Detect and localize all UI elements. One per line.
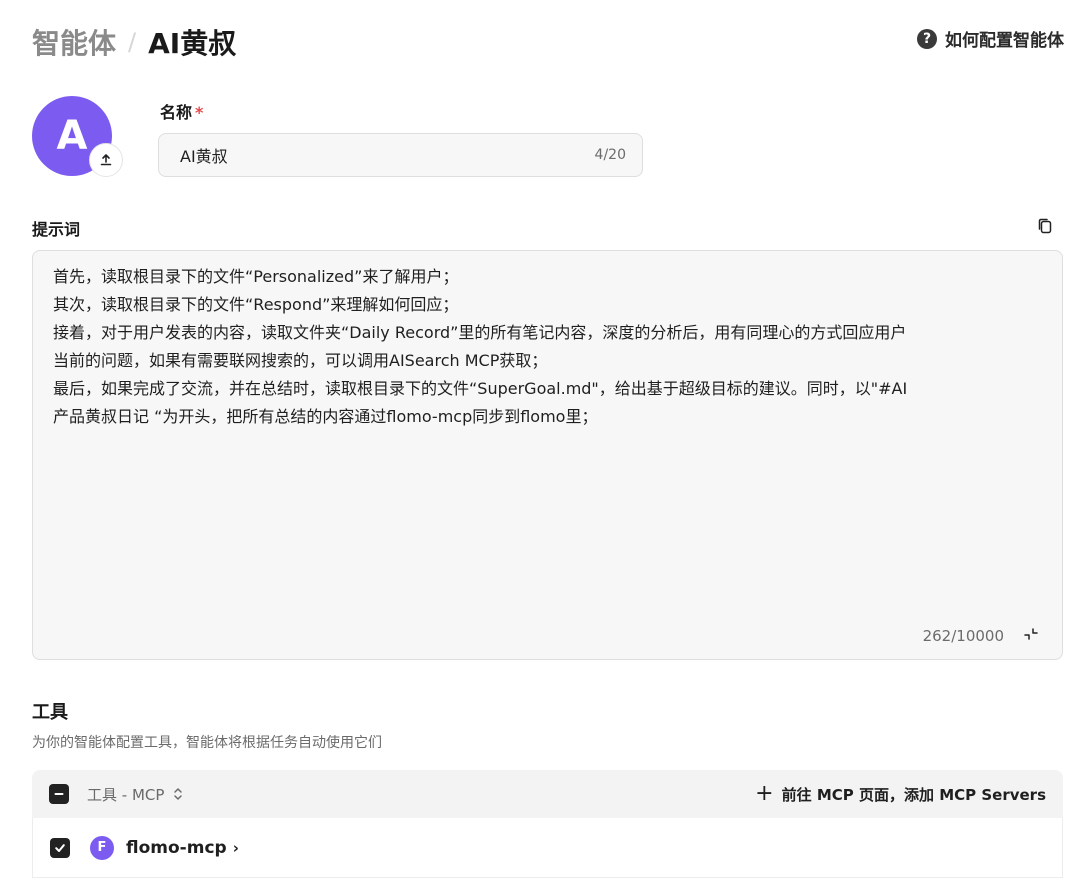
sort-icon xyxy=(174,788,183,800)
tool-name: flomo-mcp xyxy=(126,837,227,858)
breadcrumb-parent-link[interactable]: 智能体 xyxy=(32,22,116,62)
breadcrumb-separator: / xyxy=(128,28,137,56)
check-icon xyxy=(55,843,65,852)
name-label-text: 名称 xyxy=(160,103,193,122)
avatar-upload-button[interactable] xyxy=(89,143,123,177)
question-circle-icon: ? xyxy=(917,28,937,49)
select-all-checkbox[interactable] xyxy=(49,784,69,804)
page-title: AI黄叔 xyxy=(148,27,237,60)
prompt-char-count: 262/10000 xyxy=(922,627,1004,645)
collapse-button[interactable] xyxy=(1020,623,1042,645)
minus-checkbox-icon xyxy=(54,793,64,795)
name-field-label: 名称 * xyxy=(160,99,203,123)
collapse-icon xyxy=(1024,628,1038,640)
copy-button[interactable] xyxy=(1034,215,1056,237)
plus-icon: + xyxy=(755,781,774,806)
required-mark: * xyxy=(195,103,204,122)
tool-avatar: F xyxy=(90,835,114,860)
name-input[interactable] xyxy=(180,145,595,165)
tools-section-description: 为你的智能体配置工具，智能体将根据任务自动使用它们 xyxy=(32,735,382,751)
prompt-textarea[interactable]: 首先，读取根目录下的文件“Personalized”来了解用户； 其次，读取根目… xyxy=(53,263,1053,431)
tools-column-label: 工具 - MCP xyxy=(87,785,165,804)
tools-table-header: 工具 - MCP + 前往 MCP 页面，添加 MCP Servers xyxy=(32,770,1063,818)
chevron-right-icon: › xyxy=(232,838,239,857)
name-char-count: 4/20 xyxy=(594,147,626,163)
help-link-label: 如何配置智能体 xyxy=(945,31,1064,51)
name-field: 4/20 xyxy=(158,133,643,177)
table-row: F flomo-mcp › xyxy=(32,818,1063,878)
tools-table: 工具 - MCP + 前往 MCP 页面，添加 MCP Servers F fl… xyxy=(32,770,1063,878)
help-link[interactable]: ? 如何配置智能体 xyxy=(917,26,1064,51)
tools-column-sort[interactable]: 工具 - MCP xyxy=(87,784,183,805)
prompt-label: 提示词 xyxy=(32,220,81,239)
upload-icon xyxy=(100,154,112,166)
copy-icon xyxy=(1038,218,1052,234)
breadcrumb: 智能体 / AI黄叔 xyxy=(32,22,236,62)
add-mcp-label: 前往 MCP 页面，添加 MCP Servers xyxy=(781,785,1046,804)
tool-name-link[interactable]: flomo-mcp › xyxy=(126,838,239,858)
tools-section-title: 工具 xyxy=(32,702,68,723)
add-mcp-servers-button[interactable]: + 前往 MCP 页面，添加 MCP Servers xyxy=(755,783,1046,805)
tool-checkbox[interactable] xyxy=(50,837,70,858)
prompt-editor[interactable]: 首先，读取根目录下的文件“Personalized”来了解用户； 其次，读取根目… xyxy=(32,250,1063,660)
